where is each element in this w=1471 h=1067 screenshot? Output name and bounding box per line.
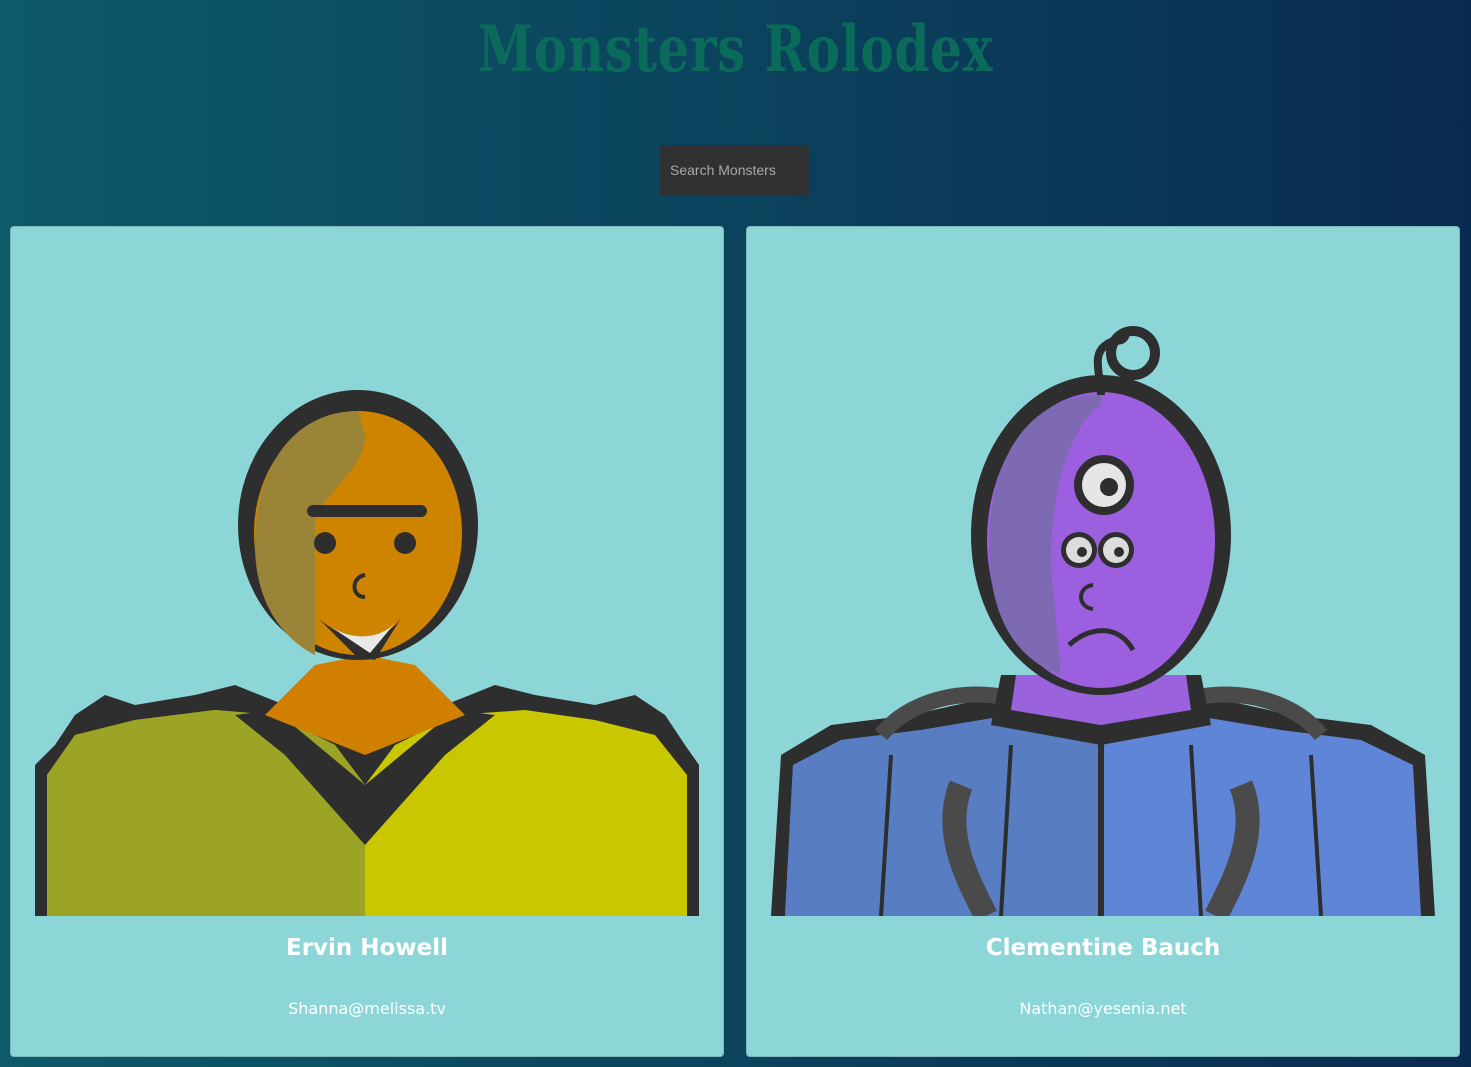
monster-card[interactable]: Ervin Howell Shanna@melissa.tv — [10, 226, 724, 1057]
monster-name: Ervin Howell — [286, 935, 448, 961]
monster-email: Nathan@yesenia.net — [1019, 999, 1187, 1018]
monster-card[interactable]: Clementine Bauch Nathan@yesenia.net — [746, 226, 1460, 1057]
monster-email: Shanna@melissa.tv — [288, 999, 446, 1018]
purple-robot-monster-avatar-icon — [771, 326, 1435, 916]
monster-name: Clementine Bauch — [985, 935, 1221, 961]
yellow-monster-avatar-icon — [35, 390, 699, 916]
search-input[interactable] — [660, 145, 810, 195]
page-title: Monsters Rolodex — [477, 12, 994, 87]
